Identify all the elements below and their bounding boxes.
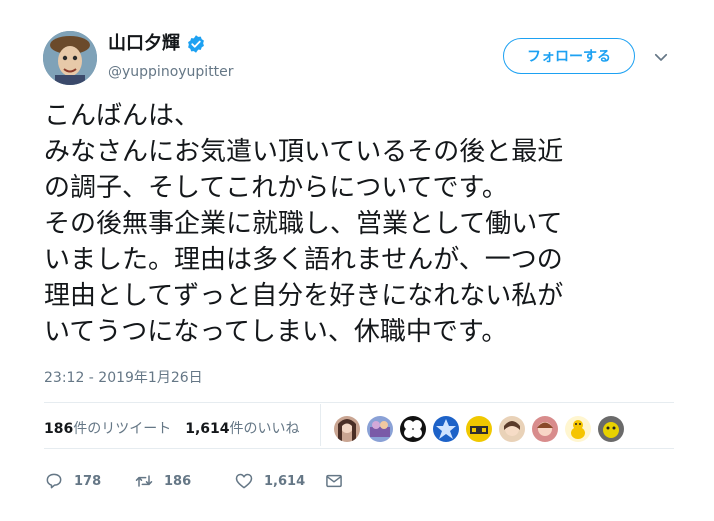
liker-avatar[interactable] [334, 416, 360, 442]
tweet-text-line: みなさんにお気遣い頂いているその後と最近 [44, 137, 564, 167]
liker-avatar[interactable] [598, 416, 624, 442]
tweet-text-line: いてうつになってしまい、休職中です。 [44, 317, 508, 347]
retweet-icon [135, 475, 153, 487]
retweet-stat[interactable]: 186 件のリツイート [44, 418, 171, 438]
stats-separator [320, 404, 321, 446]
liker-avatar[interactable] [499, 416, 525, 442]
liker-avatar[interactable] [466, 416, 492, 442]
retweet-button[interactable]: 186 [134, 471, 234, 491]
liker-avatar[interactable] [433, 416, 459, 442]
envelope-icon [326, 474, 342, 488]
verified-badge-icon [188, 35, 204, 53]
user-handle[interactable]: @yuppinoyupitter [108, 63, 234, 81]
reply-count: 178 [74, 473, 102, 489]
tweet-text-line: 理由としてずっと自分を好きになれない私が [44, 281, 564, 311]
avatar-image [43, 31, 97, 85]
reply-icon [46, 473, 62, 489]
like-stat-label: 件のいいね [229, 421, 300, 437]
user-name-row[interactable]: 山口夕輝 [108, 33, 206, 55]
liker-avatar[interactable] [367, 416, 393, 442]
display-name[interactable]: 山口夕輝 [108, 33, 180, 55]
tweet-stats: 186 件のリツイート 1,614 件のいいね [44, 418, 314, 438]
retweet-count: 186 [164, 473, 192, 489]
tweet-text-line: こんばんは、 [44, 101, 201, 131]
liker-avatars [334, 416, 631, 442]
tweet-text-line: いました。理由は多く語れませんが、一つの [44, 245, 563, 275]
retweet-stat-label: 件のリツイート [73, 421, 172, 437]
tweet-actions: 178 186 1,614 [44, 470, 354, 492]
retweet-stat-count: 186 [44, 421, 74, 437]
divider [44, 402, 674, 403]
like-count: 1,614 [264, 473, 306, 489]
follow-button[interactable]: フォローする [503, 38, 635, 74]
chevron-down-icon[interactable] [652, 48, 670, 66]
direct-message-button[interactable] [324, 471, 354, 491]
liker-avatar[interactable] [565, 416, 591, 442]
like-stat-count: 1,614 [185, 421, 230, 437]
tweet-text-line: その後無事企業に就職し、営業として働いて [44, 209, 563, 239]
reply-button[interactable]: 178 [44, 471, 134, 491]
tweet-text-line: の調子、そしてこれからについてです。 [44, 173, 508, 203]
like-stat[interactable]: 1,614 件のいいね [185, 418, 299, 438]
like-button[interactable]: 1,614 [234, 471, 324, 491]
tweet-text: こんばんは、 みなさんにお気遣い頂いているその後と最近 の調子、そしてこれからに… [44, 98, 684, 350]
tweet-timestamp[interactable]: 23:12 - 2019年1月26日 [44, 369, 203, 387]
liker-avatar[interactable] [400, 416, 426, 442]
divider [44, 448, 674, 449]
heart-icon [235, 473, 253, 489]
avatar[interactable] [43, 31, 97, 85]
liker-avatar[interactable] [532, 416, 558, 442]
